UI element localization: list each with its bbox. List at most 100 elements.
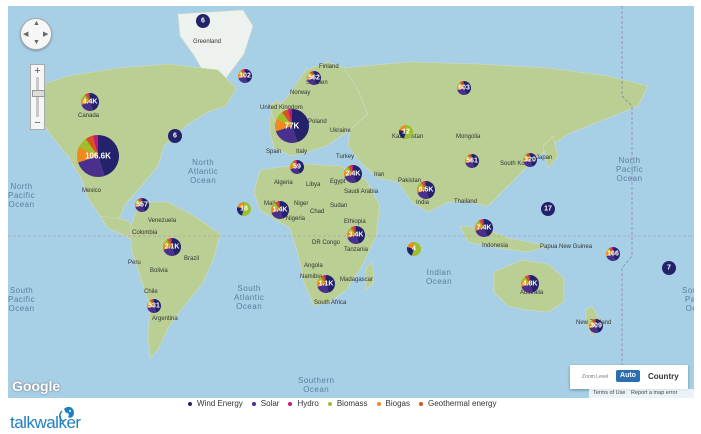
country-label-peru: Peru <box>128 260 141 266</box>
country-label-mongolia: Mongolia <box>456 134 481 140</box>
zoom-slider[interactable] <box>31 77 45 117</box>
country-label-angola: Angola <box>304 263 323 269</box>
country-label-dr-congo: DR Congo <box>312 240 341 246</box>
country-label-mexico: Mexico <box>82 188 102 194</box>
country-label-south-africa: South Africa <box>314 300 347 306</box>
country-label-turkey: Turkey <box>336 154 355 160</box>
country-label-ukraine: Ukraine <box>330 128 351 134</box>
auto-button[interactable]: Auto <box>616 370 640 382</box>
country-label-argentina: Argentina <box>152 316 178 322</box>
cluster-pie-icon <box>237 202 251 216</box>
zoom-in-button[interactable]: + <box>31 65 44 77</box>
country-label-iran: Iran <box>374 172 385 178</box>
legend-dot-icon <box>288 401 293 406</box>
zoom-level-box: Zoom Level Auto Country <box>570 365 688 389</box>
cluster-pie-icon <box>317 275 335 293</box>
cluster-pie-icon <box>271 201 289 219</box>
country-label-colombia: Colombia <box>132 230 158 236</box>
country-label-venezuela: Venezuela <box>148 218 177 224</box>
pie-slice <box>168 129 182 143</box>
pan-left-icon[interactable]: ◀ <box>23 30 28 38</box>
zoom-slider-track <box>36 77 39 117</box>
country-label-chad: Chad <box>310 209 325 215</box>
legend-label: Biomass <box>336 399 368 408</box>
country-label-algeria: Algeria <box>274 180 293 186</box>
pie-slice <box>541 202 555 216</box>
country-label-poland: Poland <box>308 119 327 125</box>
ocean-label-southern: Southern Ocean <box>298 376 335 394</box>
cluster-pie-icon <box>196 14 210 28</box>
pan-up-icon[interactable]: ▲ <box>33 20 40 27</box>
legend-item[interactable]: Biogas <box>376 399 410 408</box>
pan-right-icon[interactable]: ▶ <box>43 30 48 38</box>
country-label-chile: Chile <box>144 289 158 295</box>
map-land-layer <box>8 6 694 398</box>
report-error-link[interactable]: Report a map error <box>631 390 677 396</box>
country-label-papua-new-guinea: Papua New Guinea <box>540 244 593 250</box>
country-button[interactable]: Country <box>648 372 679 381</box>
legend-dot-icon <box>251 401 256 406</box>
country-label-italy: Italy <box>296 149 308 155</box>
pan-control[interactable]: ▲ ▼ ◀ ▶ <box>20 18 52 50</box>
legend-dot-icon <box>376 401 381 406</box>
country-label-saudi-arabia: Saudi Arabia <box>344 189 379 195</box>
zoom-control: + − <box>30 64 45 130</box>
ocean-label-south-atlantic: South Atlantic Ocean <box>234 284 265 311</box>
cluster-pie-icon <box>81 93 99 111</box>
cluster-pie-icon <box>407 242 421 256</box>
pan-down-icon[interactable]: ▼ <box>33 39 40 46</box>
country-label-india: India <box>416 200 430 206</box>
legend: Wind Energy Solar Hydro Biomass Biogas Geothe… <box>188 399 505 408</box>
country-label-brazil: Brazil <box>184 256 200 262</box>
cluster-pie-icon <box>465 154 479 168</box>
cluster-pie-icon <box>347 226 365 244</box>
zoom-slider-handle[interactable] <box>32 90 45 97</box>
country-label-norway: Norway <box>290 90 311 96</box>
pie-slice <box>662 261 676 275</box>
legend-item[interactable]: Biomass <box>327 399 368 408</box>
cluster-pie-icon <box>606 247 620 261</box>
ocean-label-north-pacific-east: North Pacific Ocean <box>616 156 644 183</box>
country-label-greenland: Greenland <box>193 39 222 45</box>
ocean-label-north-atlantic: North Atlantic Ocean <box>188 158 219 185</box>
ocean-label-south-pacific-east: South Paci Oce <box>682 286 694 313</box>
pie-slice <box>196 14 210 28</box>
google-logo[interactable]: Google <box>12 378 60 394</box>
cluster-pie-icon <box>275 109 309 143</box>
country-label-spain: Spain <box>266 149 282 155</box>
cluster-pie-icon <box>168 129 182 143</box>
cluster-pie-icon <box>589 319 603 333</box>
terms-link[interactable]: Terms of Use <box>593 390 625 396</box>
map-footer: Terms of Use Report a map error <box>589 389 694 398</box>
country-label-canada: Canada <box>78 113 100 119</box>
cluster-pie-icon <box>475 219 493 237</box>
ocean-label-indian: Indian Ocean <box>426 268 453 286</box>
legend-dot-icon <box>188 401 192 406</box>
cluster-pie-icon <box>417 181 435 199</box>
cluster-pie-icon <box>290 160 304 174</box>
legend-label: Wind Energy <box>197 399 243 408</box>
cluster-pie-icon <box>238 69 252 83</box>
legend-dot-icon <box>418 401 423 406</box>
zoom-out-button[interactable]: − <box>31 117 44 129</box>
cluster-pie-icon <box>523 153 537 167</box>
country-label-madagascar: Madagascar <box>340 277 374 283</box>
cluster-pie-icon <box>541 202 555 216</box>
country-label-ethiopia: Ethiopia <box>344 219 366 225</box>
legend-dot-icon <box>327 401 332 406</box>
country-label-indonesia: Indonesia <box>482 243 509 249</box>
country-label-libya: Libya <box>306 182 321 188</box>
world-map[interactable]: GreenlandFinlandNorwaySwedenUnited Kingd… <box>8 6 694 398</box>
cluster-pie-icon <box>135 198 149 212</box>
cluster-pie-icon <box>457 81 471 95</box>
legend-item[interactable]: Hydro <box>288 399 319 408</box>
legend-item[interactable]: Geothermal energy <box>418 399 497 408</box>
cluster-pie-icon <box>147 299 161 313</box>
legend-item[interactable]: Wind Energy <box>188 399 243 408</box>
legend-label: Geothermal energy <box>427 399 497 408</box>
legend-item[interactable]: Solar <box>251 399 280 408</box>
ocean-label-south-pacific-west: South Pacific Ocean <box>8 286 36 313</box>
zoom-level-label: Zoom Level <box>582 374 609 380</box>
legend-label: Solar <box>260 399 280 408</box>
cluster-pie-icon <box>521 275 539 293</box>
